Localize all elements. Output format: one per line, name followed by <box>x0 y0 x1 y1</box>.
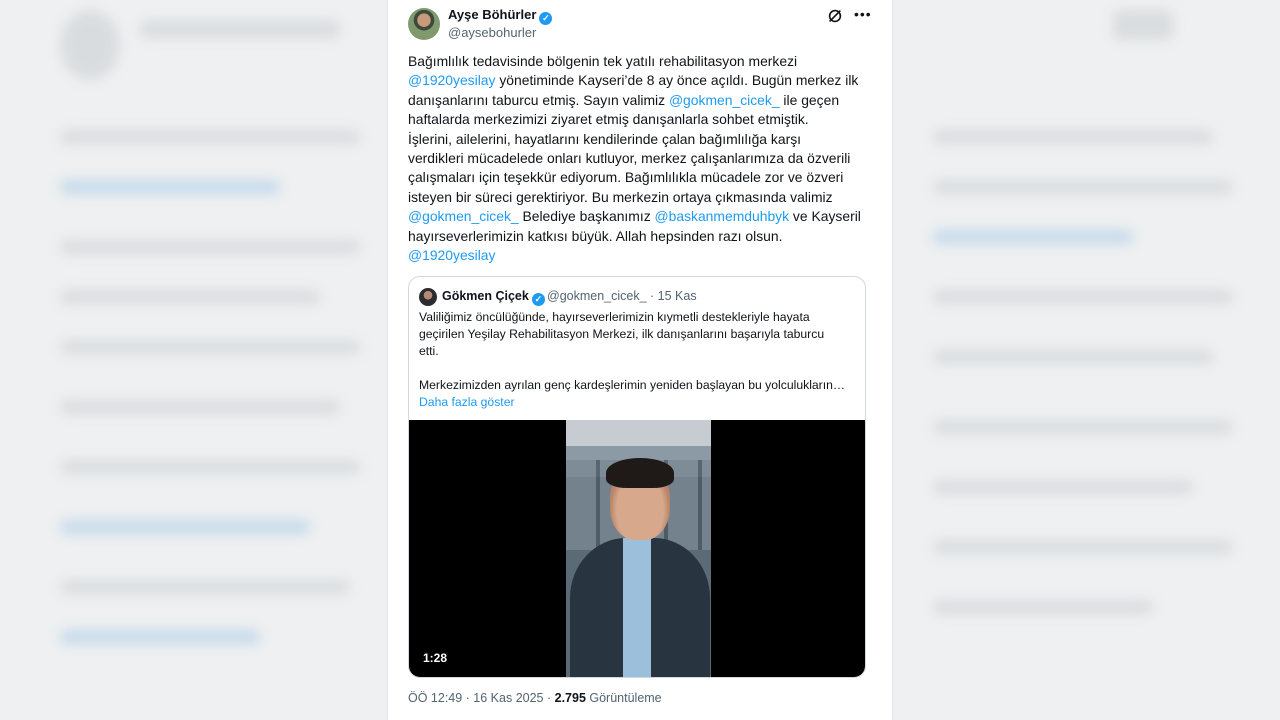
mention-link[interactable]: @1920yesilay <box>408 247 495 263</box>
show-more-link[interactable]: Daha fazla göster <box>419 394 854 411</box>
quoted-tweet[interactable]: Gökmen Çiçek ✓ @gokmen_cicek_ · 15 Kas Va… <box>408 276 866 678</box>
mention-link[interactable]: @gokmen_cicek_ <box>408 208 519 224</box>
tweet-text-segment: verdikleri mücadelede onları kutluyor, m… <box>408 150 851 167</box>
tweet-text-line: danışanlarını taburcu etmiş. Sayın valim… <box>408 91 870 110</box>
blurred-background-right <box>893 0 1280 720</box>
tweet-text-line: verdikleri mücadelede onları kutluyor, m… <box>408 149 870 168</box>
tweet-text-line: haftalarda merkezimizi ziyaret etmiş dan… <box>408 110 870 129</box>
quoted-author-avatar[interactable] <box>419 288 437 306</box>
tweet-text-segment: çalışmaları için teşekkür ediyorum. Bağı… <box>408 169 844 186</box>
tweet-text: Bağımlılık tedavisinde bölgenin tek yatı… <box>408 52 870 265</box>
quoted-author-name[interactable]: Gökmen Çiçek ✓ <box>442 289 545 306</box>
author-avatar[interactable] <box>408 8 440 40</box>
tweet-text-segment: ile geçen <box>779 91 840 108</box>
tweet-text-segment: Belediye başkanımız <box>518 208 655 225</box>
mention-link[interactable]: @1920yesilay <box>408 72 495 88</box>
quoted-text-line: Valiliğimiz öncülüğünde, hayırseverlerim… <box>419 310 810 324</box>
tweet-text-line: @gokmen_cicek_ Belediye başkanımız @bask… <box>408 207 870 226</box>
quoted-text-line: etti. <box>419 344 439 358</box>
video-duration: 1:28 <box>423 651 448 665</box>
author-name[interactable]: Ayşe Böhürler ✓ <box>448 7 553 25</box>
grok-icon[interactable] <box>826 7 844 25</box>
tweet-text-segment: ve Kayseril <box>789 208 861 225</box>
tweet-text-line: çalışmaları için teşekkür ediyorum. Bağı… <box>408 168 870 187</box>
tweet-text-segment: danışanlarını taburcu etmiş. Sayın valim… <box>408 91 669 108</box>
tweet-text-line: @1920yesilay yönetiminde Kayseri’de 8 ay… <box>408 71 870 90</box>
tweet-text-segment: Bağımlılık tedavisinde bölgenin tek yatı… <box>408 53 798 69</box>
video-player[interactable]: 1:28 <box>409 420 865 677</box>
verified-badge-icon: ✓ <box>539 12 553 25</box>
tweet-text-segment: haftalarda merkezimizi ziyaret etmiş dan… <box>408 111 809 128</box>
quoted-author-handle-date: @gokmen_cicek_ · 15 Kas <box>547 289 697 303</box>
tweet-text-segment: isteyen bir süreci gerektiriyor. Bu merk… <box>408 188 833 205</box>
tweet-meta: ÖÖ 12:49 · 16 Kas 2025 · 2.795 Görüntüle… <box>408 691 662 705</box>
views-label: Görüntüleme <box>585 691 662 705</box>
quoted-tweet-text: Valiliğimiz öncülüğünde, hayırseverlerim… <box>419 309 854 411</box>
mention-link[interactable]: @gokmen_cicek_ <box>669 92 780 108</box>
blurred-background-left <box>0 0 387 720</box>
video-thumbnail <box>566 420 711 677</box>
quoted-text-line: Merkezimizden ayrılan genç kardeşlerimin… <box>419 378 846 392</box>
author-name-text[interactable]: Ayşe Böhürler <box>448 7 536 22</box>
tweet-text-segment: yönetiminde Kayseri’de 8 ay önce açıldı.… <box>495 72 859 89</box>
more-icon[interactable]: ••• <box>854 6 872 22</box>
tweet-text-line: hayırseverlerimizin katkısı büyük. Allah… <box>408 227 870 246</box>
tweet-text-line: @1920yesilay <box>408 246 870 265</box>
author-handle[interactable]: @aysebohurler <box>448 25 536 40</box>
tweet-text-segment: İşlerini, ailelerini, hayatlarını kendil… <box>408 130 801 147</box>
tweet-text-segment: hayırseverlerimizin katkısı büyük. Allah… <box>408 227 783 244</box>
verified-badge-icon: ✓ <box>531 293 545 306</box>
quoted-author-name-text[interactable]: Gökmen Çiçek <box>442 289 529 303</box>
tweet-timestamp[interactable]: ÖÖ 12:49 · 16 Kas 2025 · <box>408 691 555 705</box>
tweet-text-line: isteyen bir süreci gerektiriyor. Bu merk… <box>408 188 870 207</box>
tweet-card: Ayşe Böhürler ✓ @aysebohurler ••• Bağımlı… <box>387 0 893 720</box>
quoted-text-line <box>419 360 854 377</box>
tweet-text-line: Bağımlılık tedavisinde bölgenin tek yatı… <box>408 52 870 71</box>
view-count: 2.795 <box>554 691 586 705</box>
quoted-text-line: geçirilen Yeşilay Rehabilitasyon Merkezi… <box>419 327 825 341</box>
mention-link[interactable]: @baskanmemduhbyk <box>655 208 790 224</box>
tweet-text-line: İşlerini, ailelerini, hayatlarını kendil… <box>408 130 870 149</box>
